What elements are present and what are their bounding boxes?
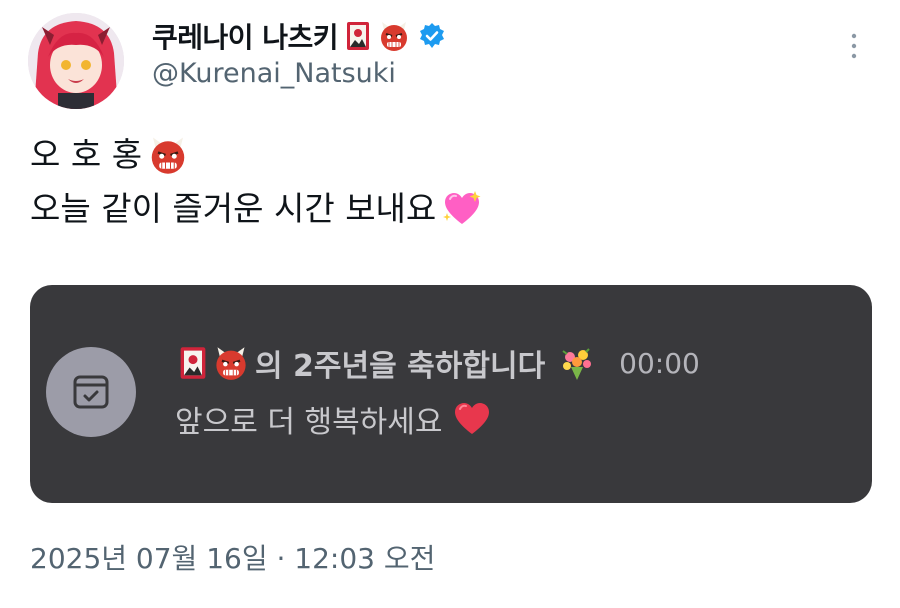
card-title: 의 2주년을 축하합니다 [255,349,546,384]
ogre-icon [213,345,249,381]
card-body: 앞으로 더 행복하세요 [175,405,443,440]
ogre-icon [148,135,188,175]
ogre-icon [378,20,410,52]
sparkling-heart-icon [442,189,482,229]
tweet-timestamp[interactable]: 2025년 07월 16일 · 12:03 오전 [30,537,435,577]
calendar-check-icon [73,375,109,409]
display-name[interactable]: 쿠레나이 나츠키 [152,16,339,56]
card-time: 00:00 [619,346,700,380]
tweet-line: 오 호 홍 [30,128,482,182]
name-row: 쿠레나이 나츠키 [152,16,446,56]
avatar[interactable] [28,13,124,109]
bouquet-icon [559,345,595,381]
card-body-row: 앞으로 더 행복하세요 [175,397,492,441]
celebration-card[interactable]: 의 2주년을 축하합니다 00:00 앞으로 더 행복하세요 [30,285,872,503]
tweet-line-text: 오늘 같이 즐거운 시간 보내요 [30,189,437,228]
hanafuda-card-icon [175,345,211,381]
hanafuda-card-icon [342,20,374,52]
avatar-image [28,13,124,109]
red-heart-icon [452,399,492,439]
tweet-line-text: 오 호 홍 [30,135,143,174]
tweet-line: 오늘 같이 즐거운 시간 보내요 [30,182,482,236]
card-title-row: 의 2주년을 축하합니다 00:00 [175,341,700,385]
card-icon-circle [46,347,136,437]
tweet-text: 오 호 홍 오늘 같이 즐거운 시간 보내요 [30,128,482,236]
user-handle[interactable]: @Kurenai_Natsuki [152,58,396,89]
more-options-icon[interactable] [846,30,862,62]
verified-badge-icon[interactable] [418,22,446,50]
